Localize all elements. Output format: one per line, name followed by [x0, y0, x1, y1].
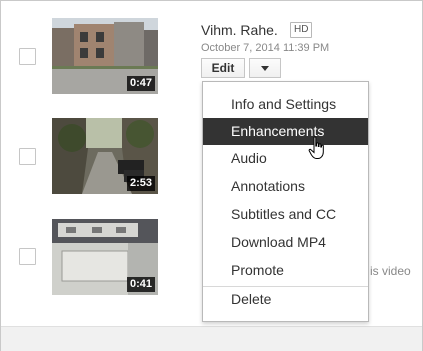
edit-button-label: Edit	[211, 61, 235, 75]
video-duration: 0:41	[126, 277, 155, 292]
menu-item-promote[interactable]: Promote	[203, 257, 368, 284]
menu-item-label: Delete	[231, 291, 272, 307]
video-thumbnail[interactable]: 0:41	[52, 219, 158, 295]
video-duration: 2:53	[126, 176, 155, 191]
menu-item-enhancements[interactable]: Enhancements	[203, 118, 368, 145]
hand-pointer-icon	[308, 136, 324, 159]
video-duration: 0:47	[126, 76, 155, 91]
menu-item-audio[interactable]: Audio	[203, 145, 368, 172]
menu-item-subtitles-and-cc[interactable]: Subtitles and CC	[203, 201, 368, 228]
menu-item-label: Annotations	[231, 178, 305, 194]
video-select-checkbox[interactable]	[19, 148, 36, 165]
menu-item-label: Info and Settings	[231, 96, 337, 112]
video-thumbnail[interactable]: 2:53	[52, 118, 158, 194]
video-title[interactable]: Vihm. Rahe.	[201, 22, 278, 38]
edit-dropdown-menu: Info and Settings Enhancements Audio Ann…	[202, 81, 369, 322]
menu-item-label: Subtitles and CC	[231, 206, 337, 222]
menu-item-annotations[interactable]: Annotations	[203, 173, 368, 200]
menu-item-label: Download MP4	[231, 234, 326, 250]
video-select-checkbox[interactable]	[19, 248, 36, 265]
video-select-checkbox[interactable]	[19, 48, 36, 65]
caret-down-icon	[261, 65, 269, 71]
menu-item-delete[interactable]: Delete	[203, 286, 368, 313]
edit-dropdown-toggle[interactable]	[249, 58, 281, 78]
menu-item-label: Audio	[231, 150, 267, 166]
hd-badge: HD	[290, 22, 313, 38]
video-date: October 7, 2014 11:39 PM	[201, 42, 330, 54]
footer-bar	[1, 326, 422, 351]
menu-item-download-mp4[interactable]: Download MP4	[203, 229, 368, 256]
menu-item-label: Promote	[231, 262, 284, 278]
edit-button[interactable]: Edit	[201, 58, 245, 78]
video-thumbnail[interactable]: 0:47	[52, 18, 158, 94]
obscured-description-text: is video	[370, 264, 411, 278]
menu-item-info-and-settings[interactable]: Info and Settings	[203, 91, 368, 118]
